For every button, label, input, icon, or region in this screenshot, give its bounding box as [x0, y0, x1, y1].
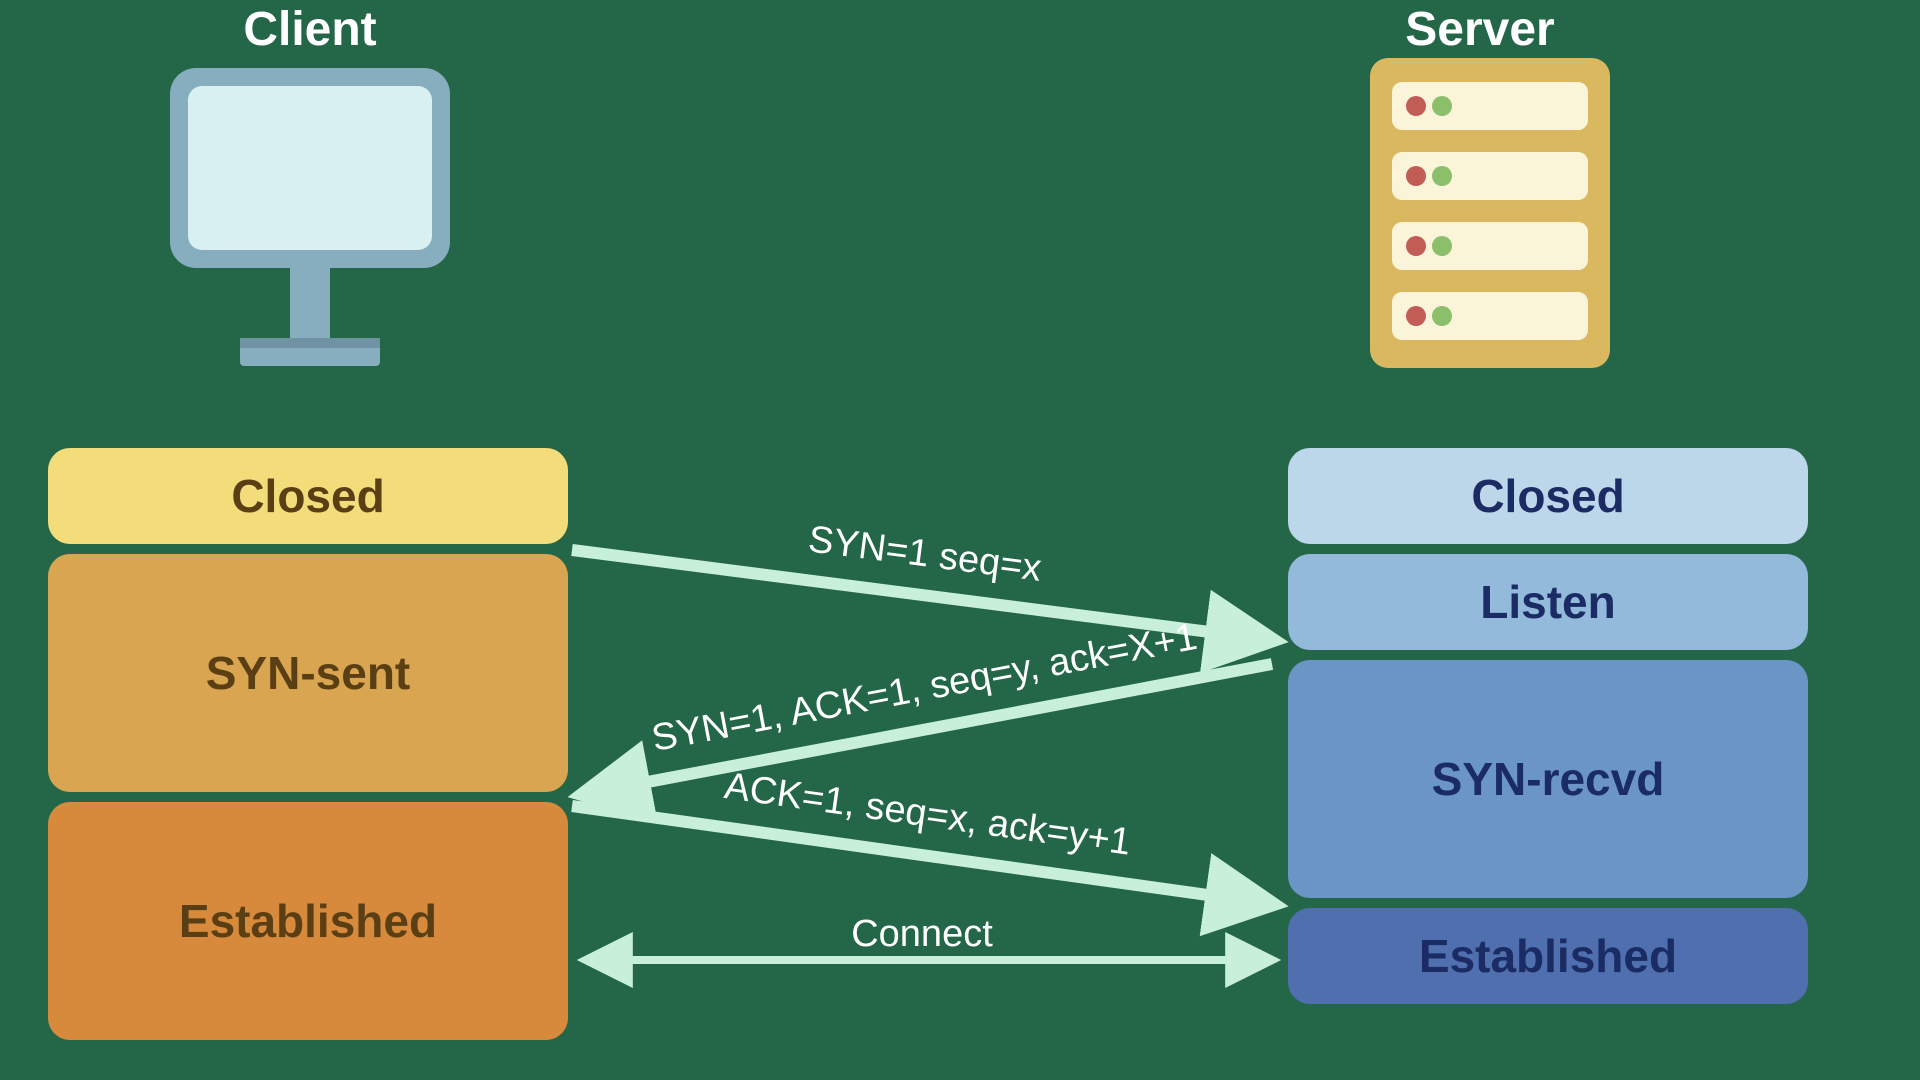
label-ack: ACK=1, seq=x, ack=y+1 — [722, 765, 1134, 864]
diagram-stage: Client Server Clos — [0, 0, 1920, 1080]
label-connect: Connect — [851, 913, 993, 955]
handshake-arrows: SYN=1 seq=x SYN=1, ACK=1, seq=y, ack=X+1… — [0, 0, 1920, 1080]
